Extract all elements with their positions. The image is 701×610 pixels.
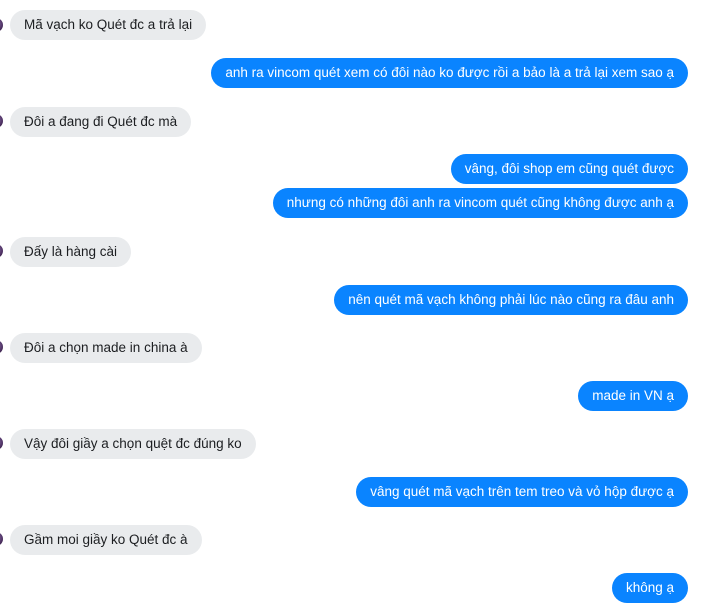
contact-avatar[interactable] bbox=[0, 114, 3, 128]
contact-avatar[interactable] bbox=[0, 340, 3, 354]
incoming-message[interactable]: Đôi a đang đi Quét đc mà bbox=[10, 107, 192, 137]
incoming-message[interactable]: Đôi a chọn made in china à bbox=[10, 333, 202, 363]
outgoing-message[interactable]: anh ra vincom quét xem có đôi nào ko đượ… bbox=[211, 58, 688, 88]
outgoing-message[interactable]: vâng, đôi shop em cũng quét được bbox=[450, 154, 688, 184]
outgoing-message[interactable]: vâng quét mã vạch trên tem treo và vỏ hộ… bbox=[356, 477, 688, 507]
incoming-message[interactable]: Đấy là hàng cài bbox=[10, 237, 132, 267]
contact-avatar[interactable] bbox=[0, 532, 3, 546]
incoming-message[interactable]: Gầm moi giầy ko Quét đc à bbox=[10, 525, 202, 555]
incoming-message[interactable]: Vậy đôi giầy a chọn quệt đc đúng ko bbox=[10, 429, 256, 459]
outgoing-message[interactable]: nhưng có những đôi anh ra vincom quét cũ… bbox=[272, 188, 688, 218]
incoming-message[interactable]: Mã vạch ko Quét đc a trả lại bbox=[10, 10, 207, 40]
contact-avatar[interactable] bbox=[0, 18, 3, 32]
contact-avatar[interactable] bbox=[0, 436, 3, 450]
outgoing-message[interactable]: made in VN ạ bbox=[578, 381, 688, 411]
outgoing-message[interactable]: không ạ bbox=[611, 573, 688, 603]
contact-avatar[interactable] bbox=[0, 244, 3, 258]
outgoing-message[interactable]: nên quét mã vạch không phải lúc nào cũng… bbox=[334, 285, 688, 315]
